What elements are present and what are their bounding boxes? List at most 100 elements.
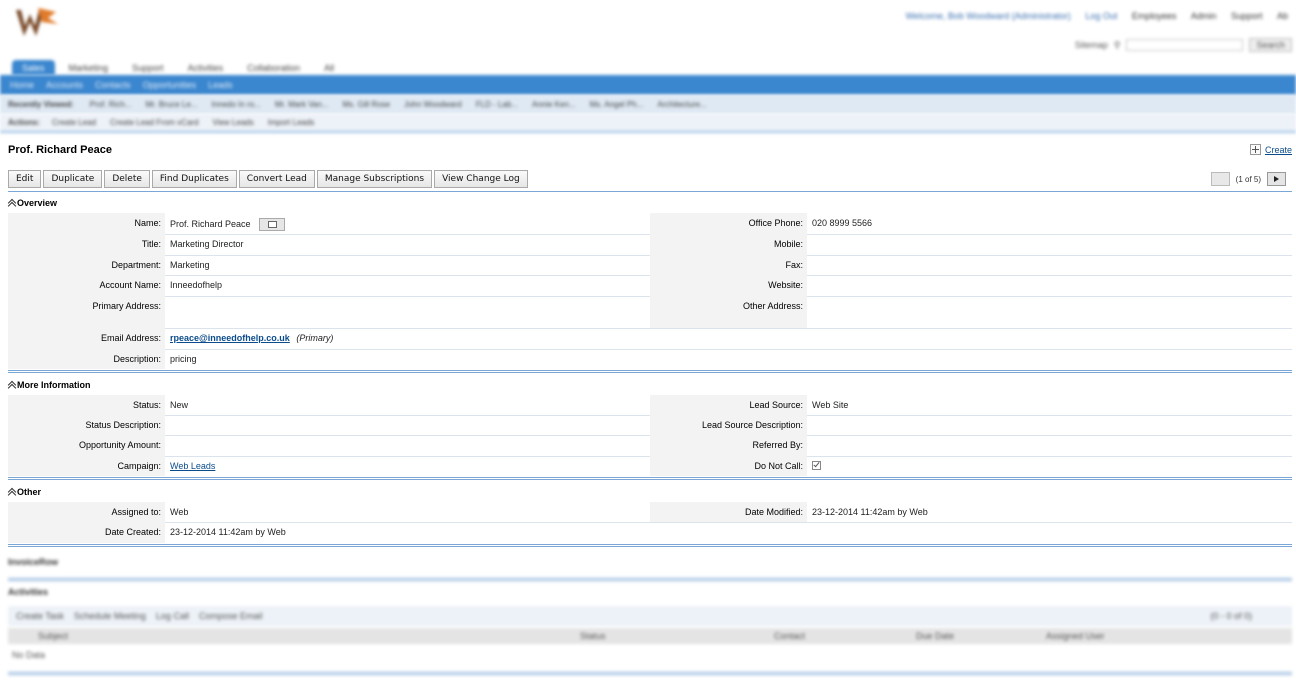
- invoice-subpanel-header[interactable]: InvoiceRow: [8, 557, 58, 567]
- recent-item[interactable]: Annie Ken...: [532, 100, 576, 109]
- divider: [8, 370, 1292, 373]
- opportunity-amount-value: [165, 435, 650, 456]
- logout-link[interactable]: Log Out: [1085, 11, 1117, 21]
- email-link[interactable]: rpeace@inneedofhelp.co.uk: [170, 333, 290, 343]
- divider: [8, 672, 1292, 675]
- website-value: [807, 275, 1292, 296]
- tab-all[interactable]: All: [314, 60, 344, 75]
- search-input[interactable]: [1126, 39, 1244, 51]
- sitemap-link[interactable]: Sitemap: [1075, 40, 1108, 50]
- admin-link[interactable]: Admin: [1191, 11, 1217, 21]
- account-name-label: Account Name:: [8, 275, 165, 296]
- recent-item[interactable]: Ms. Angel Ph...: [590, 100, 644, 109]
- title-value: Marketing Director: [170, 239, 244, 249]
- duplicate-button[interactable]: Duplicate: [43, 170, 103, 188]
- create-lead-action[interactable]: Create Lead: [52, 118, 96, 127]
- find-duplicates-button[interactable]: Find Duplicates: [151, 170, 237, 188]
- previous-record-button[interactable]: [1210, 172, 1230, 186]
- recent-item[interactable]: Mr. Mark Van...: [275, 100, 329, 109]
- company-logo[interactable]: [14, 6, 58, 40]
- date-modified-value: 23-12-2014 11:42am by Web: [812, 507, 928, 517]
- subtab-contacts[interactable]: Contacts: [95, 80, 131, 90]
- do-not-call-value: [807, 456, 1292, 476]
- collapse-chevron-icon[interactable]: [8, 488, 15, 496]
- campaign-link[interactable]: Web Leads: [170, 461, 215, 471]
- create-link[interactable]: Create: [1265, 145, 1292, 155]
- subtab-accounts[interactable]: Accounts: [46, 80, 83, 90]
- assigned-to-label: Assigned to:: [8, 502, 165, 522]
- activities-toolbar: Create Task Schedule Meeting Log Call Co…: [8, 606, 1292, 626]
- recent-item[interactable]: FLD - Lab...: [476, 100, 518, 109]
- tab-marketing[interactable]: Marketing: [59, 60, 119, 75]
- overview-section-header[interactable]: Overview: [8, 198, 57, 208]
- vcard-icon[interactable]: [258, 218, 285, 231]
- recent-item[interactable]: John Woodward: [404, 100, 462, 109]
- status-value: New: [170, 400, 189, 410]
- create-lead-vcard-action[interactable]: Create Lead From vCard: [110, 118, 198, 127]
- search-button[interactable]: Search: [1249, 38, 1292, 52]
- column-status[interactable]: Status: [580, 631, 606, 641]
- office-phone-label: Office Phone:: [650, 213, 807, 234]
- plus-icon[interactable]: [1249, 144, 1261, 155]
- field-row: Primary Address: Other Address:: [8, 296, 1292, 329]
- mobile-label: Mobile:: [650, 234, 807, 255]
- record-pager: (1 of 5): [1210, 172, 1286, 186]
- description-label: Description:: [8, 349, 165, 369]
- collapse-chevron-icon[interactable]: [8, 381, 15, 389]
- manage-subscriptions-button[interactable]: Manage Subscriptions: [316, 170, 433, 188]
- tab-sales[interactable]: Sales: [12, 60, 55, 75]
- activities-subpanel-header[interactable]: Activities: [8, 587, 48, 597]
- date-created-label: Date Created:: [8, 522, 165, 543]
- support-link[interactable]: Support: [1231, 11, 1263, 21]
- opportunity-amount-label: Opportunity Amount:: [8, 435, 165, 456]
- date-created-value: 23-12-2014 11:42am by Web: [170, 527, 286, 537]
- fax-value: [807, 255, 1292, 275]
- log-call-button[interactable]: Log Call: [156, 611, 189, 621]
- field-row: Department: Marketing Fax:: [8, 255, 1292, 276]
- recently-viewed-bar: Recently Viewed: Prof. Rich... Mr. Bruce…: [0, 95, 1296, 114]
- recent-item[interactable]: Architecture...: [657, 100, 706, 109]
- employees-link[interactable]: Employees: [1132, 11, 1177, 21]
- compose-email-button[interactable]: Compose Email: [199, 611, 263, 621]
- email-value-cell: rpeace@inneedofhelp.co.uk (Primary): [165, 328, 1292, 349]
- column-due-date[interactable]: Due Date: [916, 631, 954, 641]
- field-row: Opportunity Amount: Referred By:: [8, 435, 1292, 457]
- campaign-label: Campaign:: [8, 456, 165, 476]
- about-link[interactable]: Ab: [1277, 11, 1288, 21]
- column-assigned-user[interactable]: Assigned User: [1046, 631, 1105, 641]
- name-label: Name:: [8, 213, 165, 234]
- import-leads-action[interactable]: Import Leads: [268, 118, 315, 127]
- primary-address-label: Primary Address:: [8, 296, 165, 328]
- recent-item[interactable]: Innedo In ro...: [211, 100, 260, 109]
- subtab-leads[interactable]: Leads: [208, 80, 233, 90]
- edit-button[interactable]: Edit: [8, 170, 42, 188]
- search-row: Sitemap ⚲ Search: [1075, 38, 1292, 52]
- delete-button[interactable]: Delete: [104, 170, 150, 188]
- app-header: Welcome, Bob Woodward (Administrator) Lo…: [0, 0, 1296, 56]
- collapse-chevron-icon[interactable]: [8, 199, 15, 207]
- welcome-text: Welcome, Bob Woodward (Administrator): [905, 11, 1071, 21]
- create-task-button[interactable]: Create Task: [16, 611, 64, 621]
- column-subject[interactable]: Subject: [38, 631, 68, 641]
- tab-collaboration[interactable]: Collaboration: [237, 60, 310, 75]
- field-row: Date Created: 23-12-2014 11:42am by Web: [8, 522, 1292, 543]
- subtab-home[interactable]: Home: [10, 80, 34, 90]
- next-record-button[interactable]: [1267, 172, 1286, 186]
- subtab-opportunities[interactable]: Opportunities: [143, 80, 197, 90]
- convert-lead-button[interactable]: Convert Lead: [238, 170, 315, 188]
- tab-support[interactable]: Support: [122, 60, 174, 75]
- more-info-section-header[interactable]: More Information: [8, 380, 91, 390]
- recent-item[interactable]: Prof. Rich...: [90, 100, 132, 109]
- view-leads-action[interactable]: View Leads: [213, 118, 254, 127]
- search-icon[interactable]: ⚲: [1114, 40, 1121, 51]
- referred-by-value: [807, 435, 1292, 456]
- office-phone-value: 020 8999 5566: [812, 218, 873, 228]
- column-contact[interactable]: Contact: [774, 631, 805, 641]
- tab-activities[interactable]: Activities: [178, 60, 234, 75]
- recent-item[interactable]: Mr. Bruce Le...: [145, 100, 197, 109]
- recent-item[interactable]: Ms. Gill Rose: [343, 100, 391, 109]
- other-section-header[interactable]: Other: [8, 487, 41, 497]
- view-change-log-button[interactable]: View Change Log: [434, 170, 528, 188]
- schedule-meeting-button[interactable]: Schedule Meeting: [74, 611, 146, 621]
- more-info-heading: More Information: [17, 380, 91, 390]
